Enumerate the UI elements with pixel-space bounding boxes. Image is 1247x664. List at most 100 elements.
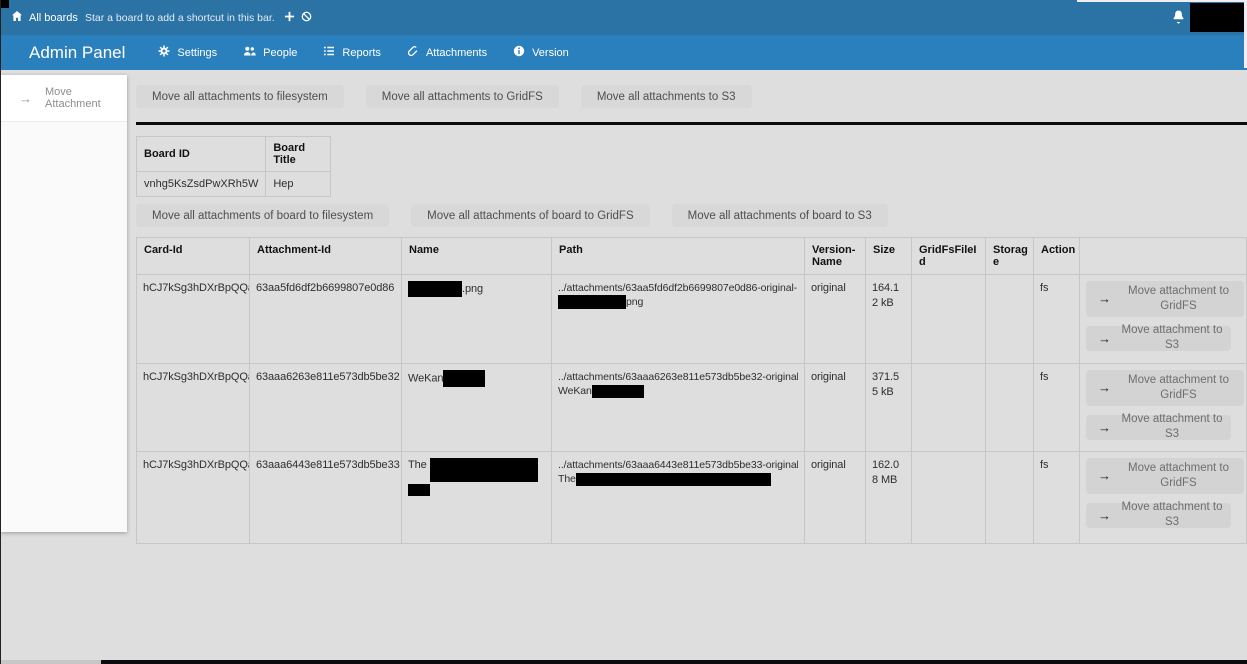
path-line1: ../attachments/63aaa6263e811e573db5be32-… [558,370,798,384]
tab-reports[interactable]: Reports [323,45,381,60]
redaction-box [408,484,430,496]
notifications-bell-icon[interactable] [1172,9,1185,29]
body-region: → Move Attachment Move all attachments t… [1,70,1247,544]
tab-settings[interactable]: Settings [158,45,217,60]
sidebar-item-move-attachment[interactable]: → Move Attachment [1,75,127,122]
cell-name: The [402,452,552,544]
col-size: Size [866,238,912,275]
star-board-hint-text: Star a board to add a shortcut in this b… [85,12,275,24]
bottom-left-strip [1,660,101,664]
name-text: .png [462,283,483,295]
tab-people[interactable]: People [243,45,297,60]
cell-gridfs-file-id [912,452,986,544]
attachments-table: Card-Id Attachment-Id Name Path Version-… [136,237,1247,544]
info-icon [513,45,525,60]
move-attachment-to-gridfs-button[interactable]: →Move attachment to GridFS [1086,281,1244,317]
move-attachment-to-s3-button[interactable]: →Move attachment to S3 [1086,326,1231,351]
board-title-header: Board Title [266,137,331,172]
path-line1: ../attachments/63aa5fd6df2b6699807e0d86-… [558,281,798,295]
col-card-id: Card-Id [137,238,250,275]
path-line2: png [558,295,798,309]
move-s3-label: Move attachment to S3 [1119,412,1225,442]
move-attachment-to-s3-button[interactable]: →Move attachment to S3 [1086,503,1231,528]
move-attachment-to-gridfs-button[interactable]: → Move attachment to GridFS [1086,370,1244,406]
tab-version[interactable]: Version [513,45,569,60]
cell-storage [986,275,1034,364]
star-board-hint: Star a board to add a shortcut in this b… [85,0,312,35]
cell-attachment-id: 63aaa6263e811e573db5be32 [250,364,402,452]
list-icon [323,45,335,60]
cell-path: ../attachments/63aaa6443e811e573db5be33-… [552,452,805,544]
move-gridfs-label: Move attachment to GridFS [1119,373,1238,403]
home-icon [11,10,23,25]
arrow-right-icon: → [1098,291,1111,306]
tab-version-label: Version [532,47,569,59]
move-attachment-to-gridfs-button[interactable]: → Move attachment to GridFS [1086,458,1244,494]
redaction-box [558,295,626,309]
path-text: The [558,473,576,485]
board-id-header: Board ID [137,137,266,172]
admin-panel-page: All boards Star a board to add a shortcu… [0,0,1247,664]
top-left-corner-artifact [1,0,9,8]
plus-cross-icon [284,11,295,25]
admin-sidebar: → Move Attachment [1,75,127,532]
cell-version-name: original [805,452,866,544]
col-gridfs-file-id: GridFsFileId [912,238,986,275]
cell-card-id: hCJ7kSg3hDXrBpQQa [137,452,250,544]
top-edge-artifact [1077,0,1247,2]
move-attachment-to-s3-button[interactable]: →Move attachment to S3 [1086,415,1231,440]
cell-row-buttons: →Move attachment to GridFS →Move attachm… [1080,275,1247,364]
col-attachment-id: Attachment-Id [250,238,402,275]
board-info-row: vnhg5KsZsdPwXRh5W Hep [137,172,331,197]
move-board-to-gridfs-button[interactable]: Move all attachments of board to GridFS [411,204,649,227]
move-gridfs-label: Move attachment to GridFS [1119,461,1238,491]
page-title: Admin Panel [29,43,125,63]
tab-attachments[interactable]: Attachments [407,45,487,60]
all-boards-link[interactable]: All boards [11,0,78,35]
col-path: Path [552,238,805,275]
paperclip-icon [407,45,419,60]
move-s3-label: Move attachment to S3 [1119,323,1225,353]
name-text: The [408,459,430,471]
col-action: Action [1034,238,1080,275]
col-buttons [1080,238,1247,275]
cell-attachment-id: 63aaa6443e811e573db5be33 [250,452,402,544]
arrow-right-icon: → [1098,468,1111,483]
tab-settings-label: Settings [177,47,217,59]
cell-attachment-id: 63aa5fd6df2b6699807e0d86 [250,275,402,364]
arrow-right-icon: → [1098,508,1111,523]
cell-name: WeKan [402,364,552,452]
move-board-to-s3-button[interactable]: Move all attachments of board to S3 [672,204,888,227]
cell-path: ../attachments/63aaa6263e811e573db5be32-… [552,364,805,452]
cell-action-value: fs [1034,452,1080,544]
divider-rule [136,122,1247,125]
move-all-to-filesystem-button[interactable]: Move all attachments to filesystem [136,85,344,108]
col-storage: Storage [986,238,1034,275]
arrow-right-icon: → [1098,380,1111,395]
cell-action-value: fs [1034,364,1080,452]
col-name: Name [402,238,552,275]
board-actions-row: Move all attachments of board to filesys… [136,204,1247,227]
tab-reports-label: Reports [342,47,381,59]
cell-storage [986,364,1034,452]
cell-row-buttons: → Move attachment to GridFS →Move attachm… [1080,452,1247,544]
board-info-table: Board ID Board Title vnhg5KsZsdPwXRh5W H… [136,136,331,197]
attachment-row: hCJ7kSg3hDXrBpQQa 63aaa6443e811e573db5be… [137,452,1247,544]
tab-people-label: People [263,47,297,59]
top-bar: All boards Star a board to add a shortcu… [1,0,1247,35]
attachment-row: hCJ7kSg3hDXrBpQQa 63aaa6263e811e573db5be… [137,364,1247,452]
user-menu-redacted[interactable] [1190,3,1244,32]
move-board-to-filesystem-button[interactable]: Move all attachments of board to filesys… [136,204,389,227]
people-icon [243,45,256,60]
path-text: WeKan [558,385,592,397]
attachment-row: hCJ7kSg3hDXrBpQQa 63aa5fd6df2b6699807e0d… [137,275,1247,364]
cell-size: 164.12 kB [866,275,912,364]
move-all-to-s3-button[interactable]: Move all attachments to S3 [581,85,752,108]
redaction-box [443,370,485,387]
path-line2: The [558,472,798,486]
redaction-box [408,281,462,297]
cell-size: 162.08 MB [866,452,912,544]
board-id-value: vnhg5KsZsdPwXRh5W [137,172,266,197]
redaction-box [430,458,538,482]
move-all-to-gridfs-button[interactable]: Move all attachments to GridFS [366,85,559,108]
